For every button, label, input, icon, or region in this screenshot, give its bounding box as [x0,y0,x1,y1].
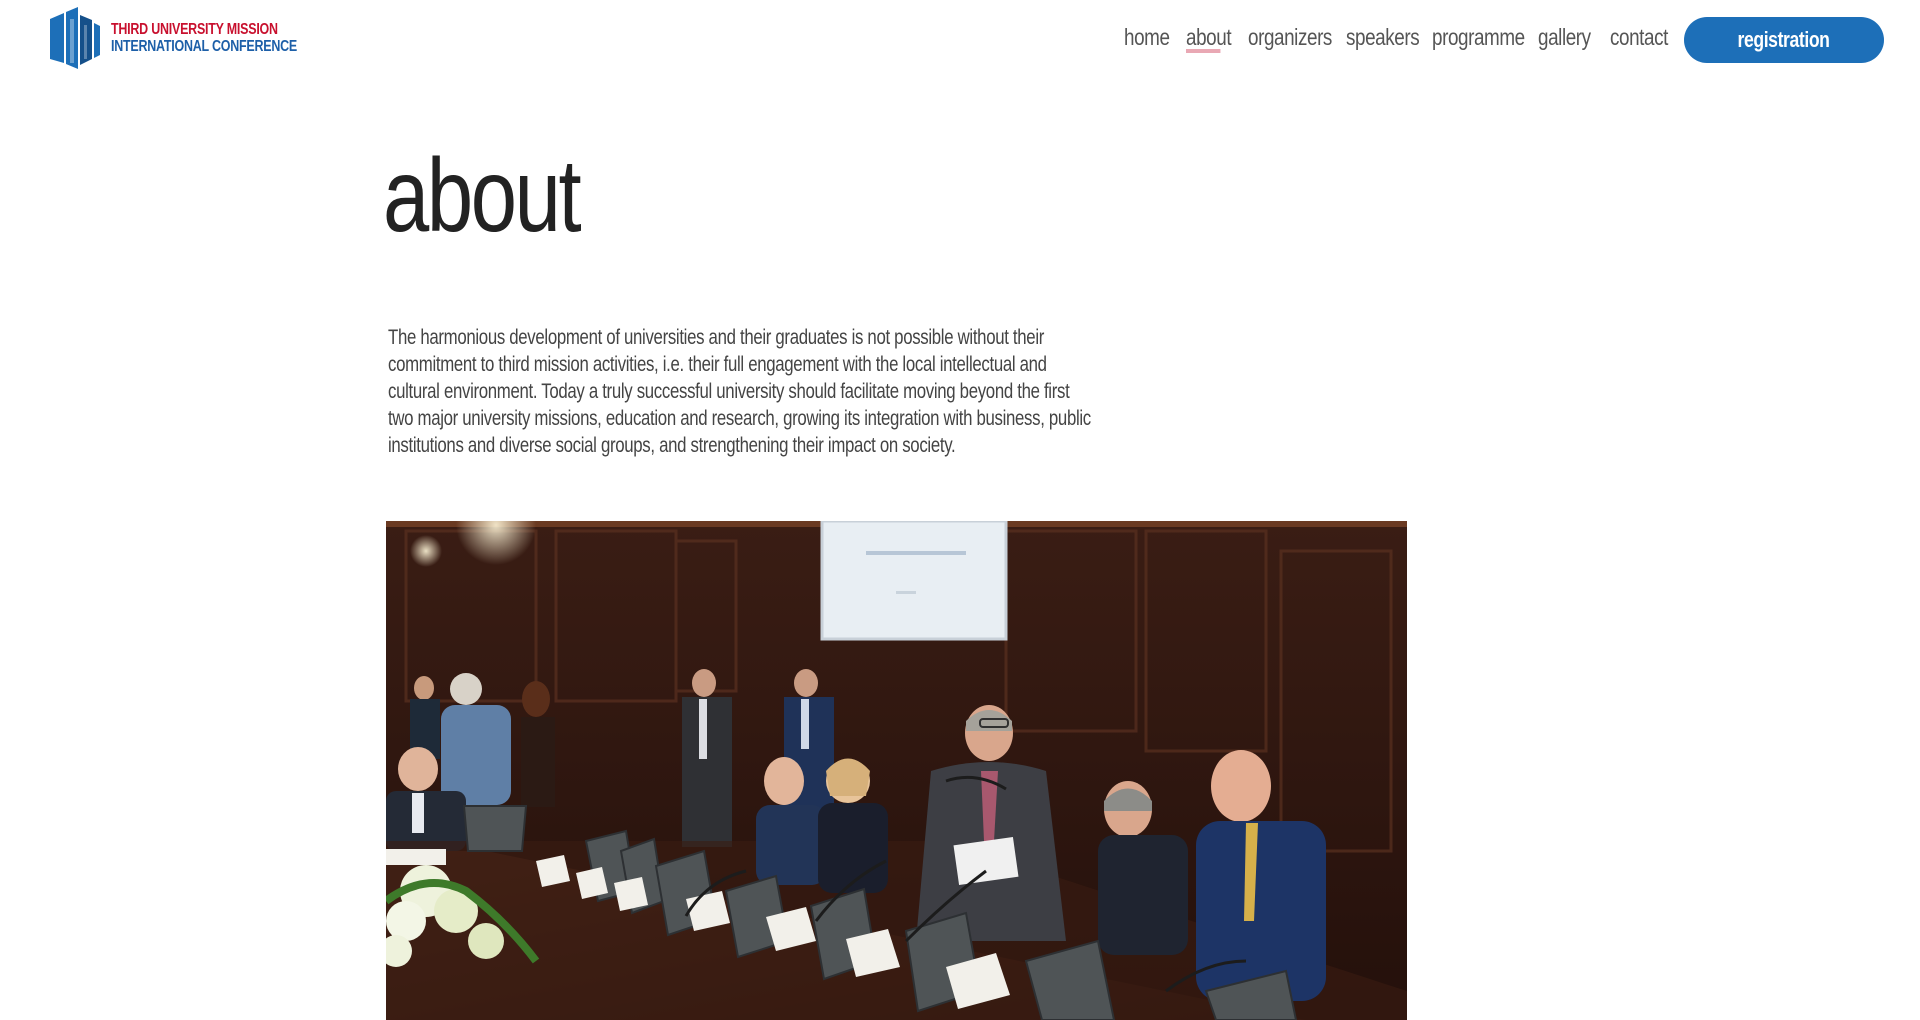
nav-item-gallery[interactable]: gallery [1538,24,1591,55]
page-title: about [383,138,582,254]
nav-item-about[interactable]: about [1186,24,1232,55]
registration-button[interactable]: registration [1684,17,1884,63]
site-header: THIRD UNIVERSITY MISSION INTERNATIONAL C… [0,0,1920,84]
nav-item-programme[interactable]: programme [1432,24,1525,55]
nav-item-speakers[interactable]: speakers [1346,24,1420,55]
nav-item-contact[interactable]: contact [1610,24,1668,55]
site-logo[interactable]: THIRD UNIVERSITY MISSION INTERNATIONAL C… [48,7,349,69]
logo-line-2: INTERNATIONAL CONFERENCE [111,38,297,55]
registration-button-label: registration [1737,27,1831,52]
nav-item-organizers[interactable]: organizers [1248,24,1332,55]
logo-line-1: THIRD UNIVERSITY MISSION [111,21,278,38]
intro-paragraph: The harmonious development of universiti… [388,326,1091,457]
conference-photo-illustration [386,521,1407,1020]
logo-text: THIRD UNIVERSITY MISSION INTERNATIONAL C… [111,21,297,55]
main-nav: home about organizers speakers programme… [1124,24,1668,55]
nav-item-home[interactable]: home [1124,24,1170,55]
conference-panel-photo [386,521,1407,1020]
building-columns-logo-icon [50,7,100,69]
